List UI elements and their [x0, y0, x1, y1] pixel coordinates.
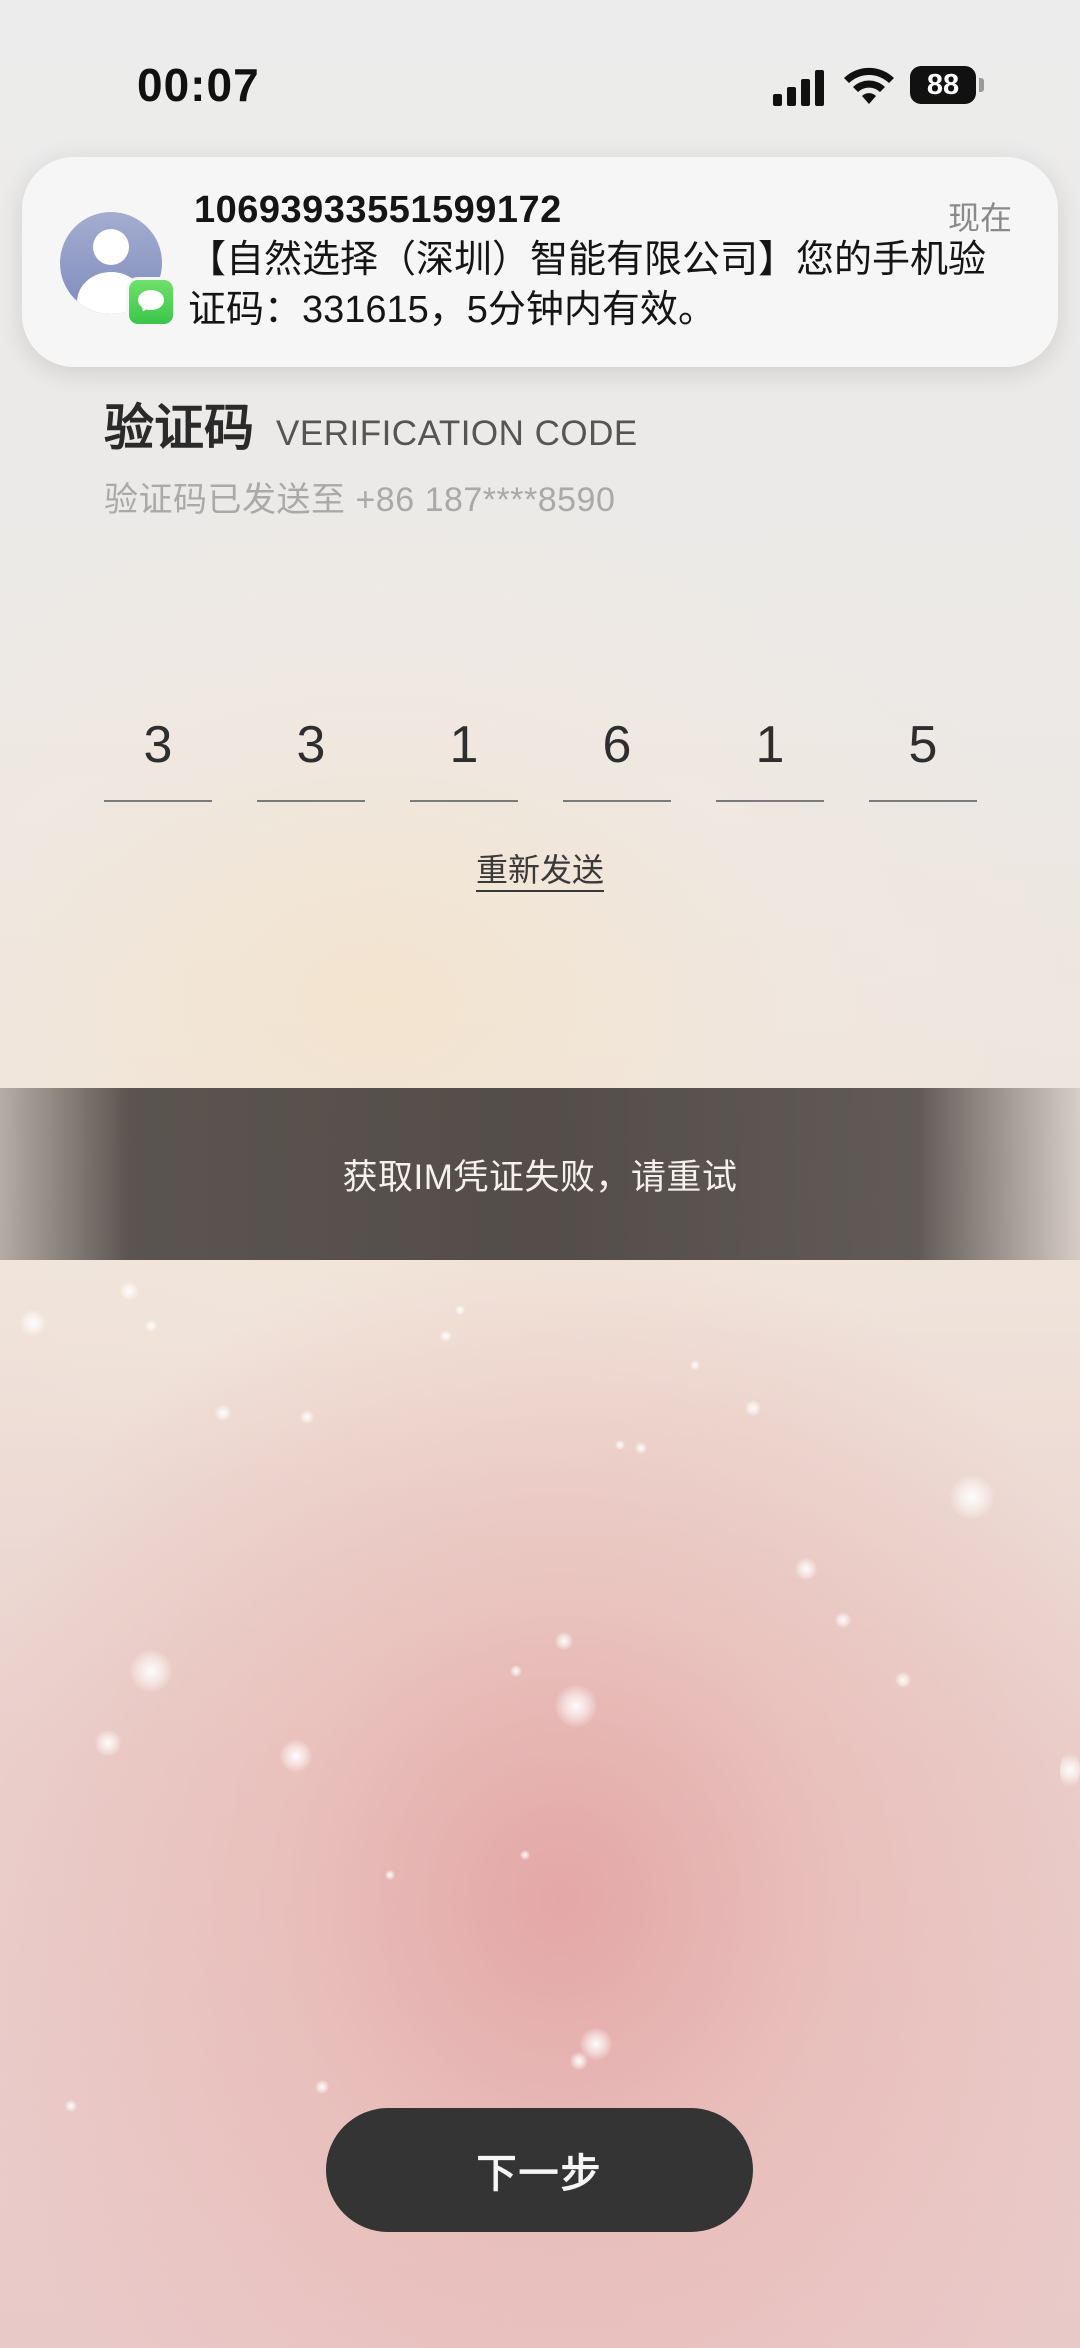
- code-digit-box[interactable]: 6: [563, 690, 671, 802]
- notification-time: 现在: [947, 200, 1012, 236]
- notification-sender: 10693933551599172: [194, 189, 562, 231]
- battery-icon: 88: [910, 66, 986, 106]
- sms-notification-banner[interactable]: 10693933551599172 现在 【自然选择（深圳）智能有限公司】您的手…: [22, 157, 1058, 367]
- code-digit-box[interactable]: 3: [104, 690, 212, 802]
- page-subtitle: VERIFICATION CODE: [276, 414, 638, 453]
- next-step-button[interactable]: 下一步: [326, 2108, 753, 2232]
- battery-level: 88: [910, 66, 976, 104]
- messages-app-icon: [126, 277, 176, 327]
- page-header: 验证码 VERIFICATION CODE: [104, 388, 1004, 460]
- signal-icon: [773, 70, 824, 106]
- resend-link[interactable]: 重新发送: [475, 852, 604, 892]
- wifi-icon: [844, 67, 894, 104]
- code-digit-box[interactable]: 5: [869, 690, 977, 802]
- code-sent-to-text: 验证码已发送至 +86 187****8590: [104, 481, 616, 519]
- notification-body: 【自然选择（深圳）智能有限公司】您的手机验证码：331615，5分钟内有效。: [188, 239, 987, 331]
- code-digit-box[interactable]: 3: [257, 690, 365, 802]
- error-toast: 获取IM凭证失败，请重试: [0, 1088, 1080, 1260]
- resend-container: 重新发送: [0, 845, 1080, 892]
- code-digit-box[interactable]: 1: [716, 690, 824, 802]
- code-digit-box[interactable]: 1: [410, 690, 518, 802]
- page-title: 验证码: [104, 400, 254, 456]
- status-time: 00:07: [137, 59, 260, 111]
- status-bar: 00:07 88: [0, 0, 1080, 160]
- verification-code-input[interactable]: 3 3 1 6 1 5: [104, 690, 977, 802]
- toast-message: 获取IM凭证失败，请重试: [342, 1157, 738, 1197]
